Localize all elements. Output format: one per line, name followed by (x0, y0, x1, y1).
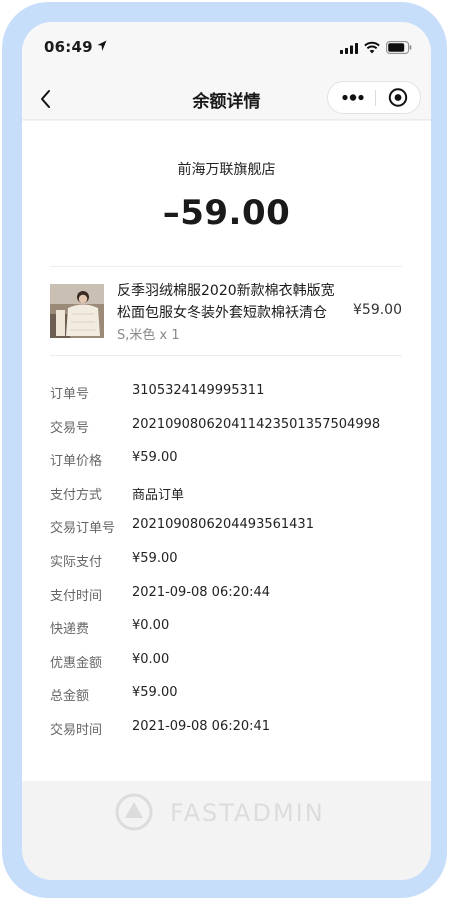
detail-row-payment-method: 支付方式 商品订单 (50, 484, 402, 518)
cellular-signal-icon (340, 43, 358, 54)
product-item[interactable]: 反季羽绒棉服2020新款棉衣韩版宽松面包服女冬装外套短款棉袄清仓 ¥59.00 … (50, 276, 402, 348)
detail-label: 支付时间 (50, 588, 103, 604)
watermark-logo-icon (115, 793, 153, 831)
detail-value: 2021-09-08 06:20:41 (132, 718, 271, 734)
more-dots-icon[interactable] (334, 82, 372, 113)
navigation-bar: 余额详情 (22, 78, 431, 120)
location-arrow-icon (97, 40, 107, 51)
status-time: 06:49 (44, 38, 93, 56)
detail-value: ¥0.00 (132, 651, 170, 667)
detail-row-discount: 优惠金额 ¥0.00 (50, 652, 402, 686)
detail-label: 总金额 (50, 689, 90, 705)
transaction-amount: –59.00 (162, 193, 291, 233)
product-price: ¥59.00 (353, 302, 402, 318)
detail-value: ¥0.00 (132, 618, 170, 634)
detail-row-order-number: 订单号 3105324149995311 (50, 383, 402, 417)
order-details: 订单号 3105324149995311 交易号 202109080620411… (50, 383, 402, 753)
detail-label: 快递费 (50, 622, 90, 638)
detail-row-actual-payment: 实际支付 ¥59.00 (50, 551, 402, 585)
watermark-text: FASTADMIN (170, 799, 325, 827)
phone-frame: 06:49 余额详情 前海万联旗舰店 –59.00 反季羽绒棉服2020新款棉衣… (2, 2, 447, 898)
detail-row-payment-time: 支付时间 2021-09-08 06:20:44 (50, 585, 402, 619)
detail-label: 交易号 (50, 420, 90, 436)
detail-label: 订单号 (50, 387, 90, 402)
detail-value: 2021090806204493561431 (132, 517, 314, 533)
detail-value: ¥59.00 (132, 685, 178, 701)
detail-row-order-price: 订单价格 ¥59.00 (50, 450, 402, 484)
divider (50, 266, 402, 267)
product-spec: S,米色 x 1 (117, 328, 180, 343)
status-bar: 06:49 (22, 22, 431, 78)
detail-row-transaction-time: 交易时间 2021-09-08 06:20:41 (50, 719, 402, 753)
product-thumbnail (50, 284, 104, 338)
shop-name: 前海万联旗舰店 (177, 162, 276, 178)
detail-value: 3105324149995311 (132, 383, 265, 398)
capsule-divider (375, 90, 376, 106)
detail-row-transaction-order-number: 交易订单号 2021090806204493561431 (50, 517, 402, 551)
detail-label: 优惠金额 (50, 655, 103, 671)
detail-label: 支付方式 (50, 487, 103, 503)
detail-row-transaction-number: 交易号 202109080620411423501357504998 (50, 417, 402, 451)
wifi-icon (364, 41, 380, 54)
mini-program-capsule (327, 81, 421, 114)
detail-value: 商品订单 (132, 487, 185, 503)
detail-label: 实际支付 (50, 554, 103, 570)
divider (50, 355, 402, 356)
phone-screen: 06:49 余额详情 前海万联旗舰店 –59.00 反季羽绒棉服2020新款棉衣… (22, 22, 431, 880)
watermark: FASTADMIN (112, 792, 352, 832)
battery-icon (386, 41, 412, 54)
detail-value: 2021-09-08 06:20:44 (132, 584, 271, 600)
product-title: 反季羽绒棉服2020新款棉衣韩版宽松面包服女冬装外套短款棉袄清仓 (117, 283, 335, 321)
detail-row-total: 总金额 ¥59.00 (50, 685, 402, 719)
detail-value: 202109080620411423501357504998 (132, 416, 381, 432)
detail-label: 交易订单号 (50, 521, 116, 537)
detail-label: 订单价格 (50, 454, 103, 470)
detail-row-shipping-fee: 快递费 ¥0.00 (50, 618, 402, 652)
detail-value: ¥59.00 (132, 550, 178, 566)
detail-label: 交易时间 (50, 722, 103, 738)
balance-detail-card: 前海万联旗舰店 –59.00 反季羽绒棉服2020新款棉衣韩版宽松面包服女冬装外… (22, 121, 431, 781)
detail-value: ¥59.00 (132, 450, 178, 466)
target-close-icon[interactable] (379, 82, 417, 113)
